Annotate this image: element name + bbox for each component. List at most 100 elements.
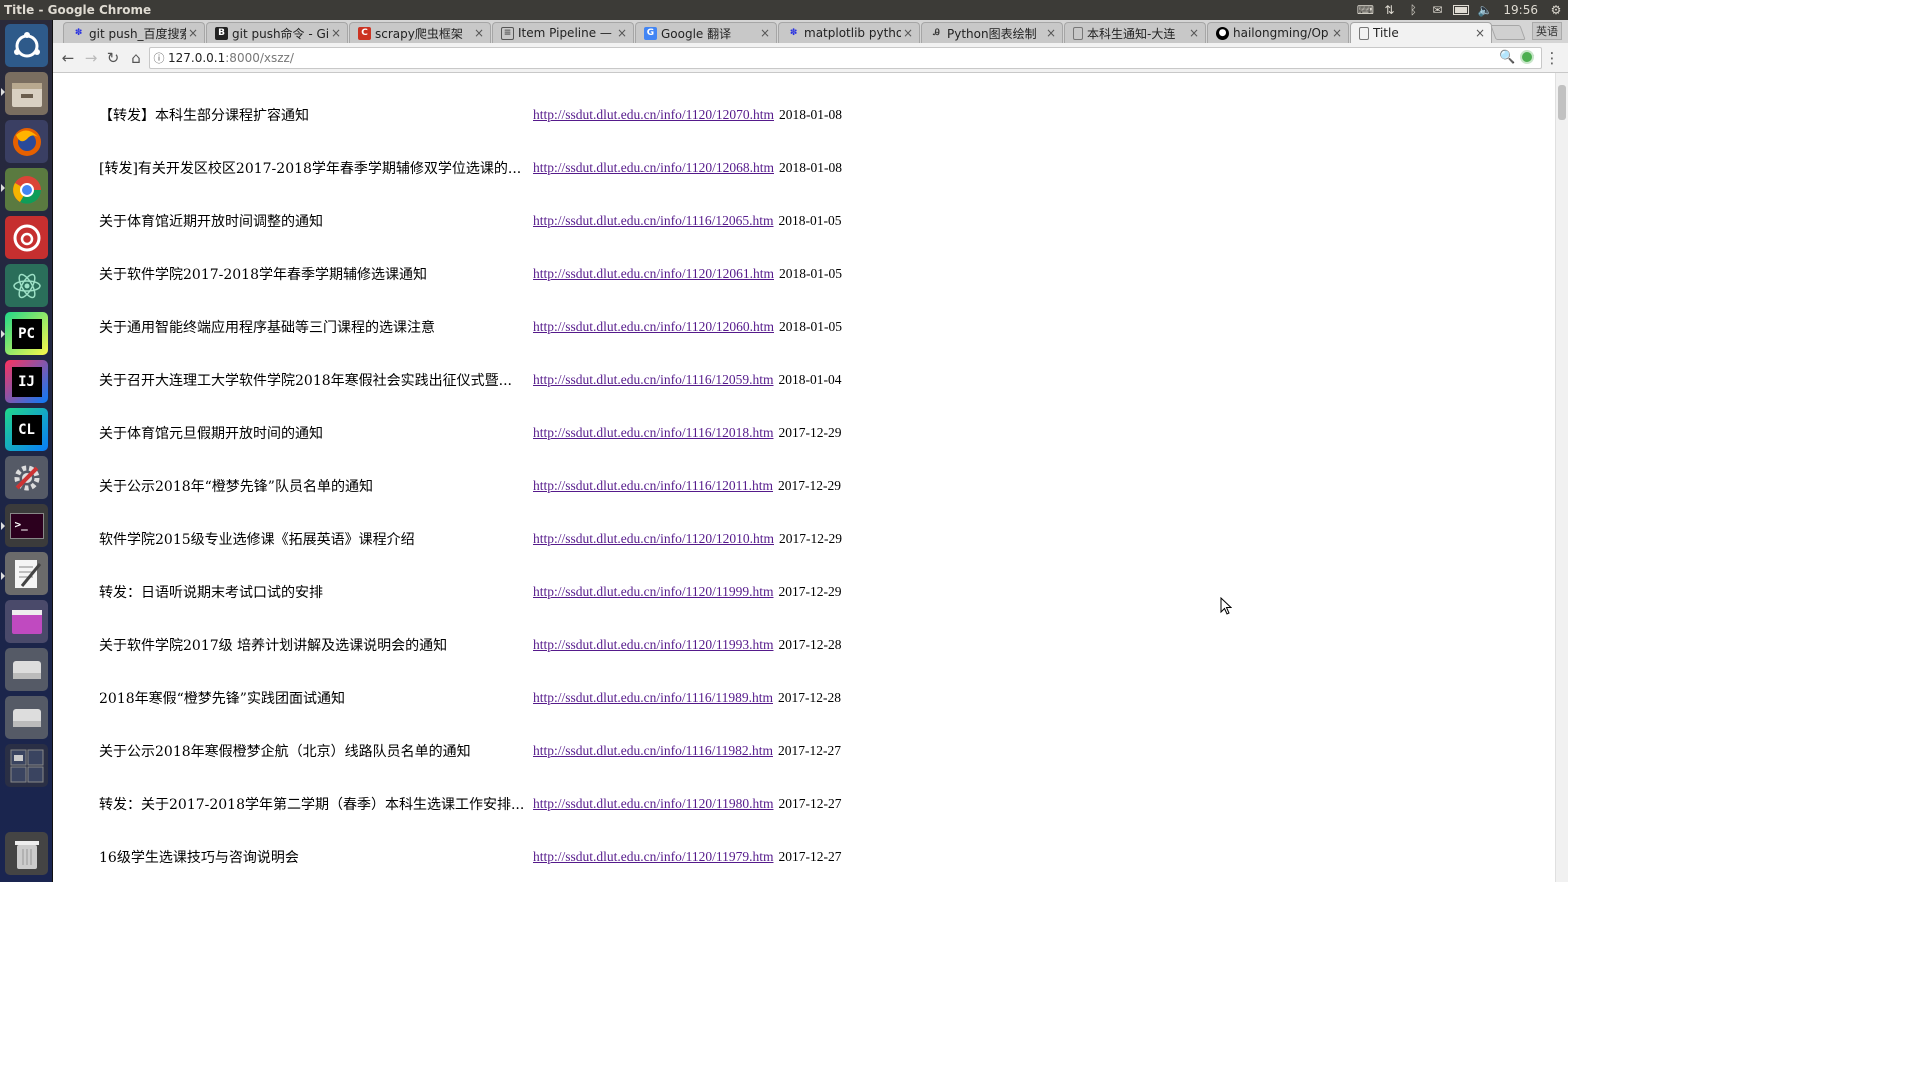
tab-github[interactable]: ● hailongming/Op × [1207, 22, 1349, 43]
tab-title-active[interactable]: Title × [1350, 22, 1492, 43]
text-editor-icon[interactable] [5, 552, 48, 595]
gimp-icon[interactable] [5, 600, 48, 643]
notice-link[interactable]: http://ssdut.dlut.edu.cn/info/1116/12018… [533, 425, 774, 441]
address-bar[interactable]: ⓘ 127.0.0.1:8000/xszz/ 🔍 ☆ [149, 47, 1542, 69]
notice-link[interactable]: http://ssdut.dlut.edu.cn/info/1120/12070… [533, 107, 774, 123]
intellij-icon[interactable]: IJ [5, 360, 48, 403]
terminal-icon[interactable]: >_ [5, 504, 48, 547]
notice-link[interactable]: http://ssdut.dlut.edu.cn/info/1120/11979… [533, 849, 774, 865]
close-icon[interactable]: × [615, 26, 629, 40]
keyboard-icon[interactable]: ⌨ [1357, 3, 1374, 17]
notice-title: 关于体育馆近期开放时间调整的通知 [99, 214, 323, 230]
menu-kebab-icon[interactable]: ⋮ [1543, 49, 1561, 67]
list-item: 关于软件学院2017级 培养计划讲解及选课说明会的通知 http://ssdut… [99, 635, 842, 655]
notice-link[interactable]: http://ssdut.dlut.edu.cn/info/1120/12010… [533, 531, 774, 547]
close-icon[interactable]: × [901, 26, 915, 40]
tab-git-push-command[interactable]: B git push命令 - Git × [206, 22, 348, 43]
tab-scrapy[interactable]: C scrapy爬虫框架 × [349, 22, 491, 43]
notice-link[interactable]: http://ssdut.dlut.edu.cn/info/1120/11993… [533, 637, 774, 653]
csdn-icon: C [358, 26, 371, 40]
clion-icon[interactable]: CL [5, 408, 48, 451]
notice-link[interactable]: http://ssdut.dlut.edu.cn/info/1116/12059… [533, 372, 774, 388]
notice-date: 2017-12-29 [778, 584, 842, 599]
language-button[interactable]: 英语 [1532, 22, 1562, 40]
list-item: 关于公示2018年“橙梦先锋”队员名单的通知 http://ssdut.dlut… [99, 476, 841, 496]
bluetooth-icon[interactable]: ᛒ [1405, 3, 1421, 17]
close-icon[interactable]: × [329, 26, 343, 40]
chrome-icon[interactable] [5, 168, 48, 211]
notice-date: 2017-12-27 [778, 743, 841, 758]
tab-undergrad-notice[interactable]: 本科生通知-大连 × [1064, 22, 1206, 43]
zoom-icon[interactable]: 🔍 [1499, 50, 1515, 65]
trash-icon[interactable] [5, 832, 48, 875]
workspace-switcher-icon[interactable] [5, 744, 48, 787]
notice-link[interactable]: http://ssdut.dlut.edu.cn/info/1120/12061… [533, 266, 774, 282]
close-icon[interactable]: × [1187, 26, 1201, 40]
notice-title: 16级学生选课技巧与咨询说明会 [99, 850, 299, 866]
notice-link[interactable]: http://ssdut.dlut.edu.cn/info/1116/11982… [533, 743, 773, 759]
firefox-icon[interactable] [5, 120, 48, 163]
tab-strip: ✽ git push_百度搜索 × B git push命令 - Git × C… [53, 20, 1568, 43]
back-arrow-icon[interactable]: ← [59, 49, 77, 67]
notice-date: 2018-01-05 [778, 213, 842, 228]
disk-2-icon[interactable] [5, 696, 48, 739]
close-icon[interactable]: × [1044, 26, 1058, 40]
list-item: 关于通用智能终端应用程序基础等三门课程的选课注意 http://ssdut.dl… [99, 317, 842, 337]
reload-icon[interactable]: ↻ [104, 49, 122, 67]
notice-link[interactable]: http://ssdut.dlut.edu.cn/info/1120/12068… [533, 160, 774, 176]
disk-1-icon[interactable] [5, 648, 48, 691]
volume-icon[interactable]: 🔈 [1477, 3, 1493, 17]
list-item: 16级学生选课技巧与咨询说明会 http://ssdut.dlut.edu.cn… [99, 847, 842, 867]
notice-date: 2018-01-05 [779, 266, 842, 281]
notice-link[interactable]: http://ssdut.dlut.edu.cn/info/1120/11999… [533, 584, 774, 600]
list-item: 2018年寒假“橙梦先锋”实践团面试通知 http://ssdut.dlut.e… [99, 688, 841, 708]
translate-icon: G [644, 26, 657, 40]
notice-link[interactable]: http://ssdut.dlut.edu.cn/info/1116/12065… [533, 213, 774, 229]
scrollbar-thumb[interactable] [1558, 85, 1566, 120]
new-tab-button[interactable] [1490, 25, 1526, 40]
ubuntu-dash-icon[interactable] [5, 24, 48, 67]
close-icon[interactable]: × [1473, 26, 1487, 40]
home-icon[interactable]: ⌂ [127, 49, 145, 67]
notice-date: 2017-12-28 [778, 690, 841, 705]
notice-link[interactable]: http://ssdut.dlut.edu.cn/info/1120/12060… [533, 319, 774, 335]
mail-icon[interactable]: ✉ [1429, 3, 1445, 17]
close-icon[interactable]: × [472, 26, 486, 40]
system-settings-icon[interactable] [5, 456, 48, 499]
close-icon[interactable]: × [758, 26, 772, 40]
url-host: 127.0.0.1 [168, 51, 226, 65]
system-top-bar: Title - Google Chrome ⌨ ⇅ ᛒ ✉ 🔈 19:56 ⚙ [0, 0, 1568, 20]
notice-date: 2017-12-27 [778, 849, 842, 864]
battery-icon[interactable] [1453, 3, 1470, 17]
files-icon[interactable] [5, 72, 48, 115]
clock[interactable]: 19:56 [1503, 3, 1538, 17]
atom-icon[interactable] [5, 264, 48, 307]
pycharm-icon[interactable]: PC [5, 312, 48, 355]
bootstrap-icon: B [215, 26, 228, 40]
netease-music-icon[interactable] [5, 216, 48, 259]
close-icon[interactable]: × [186, 26, 200, 40]
vertical-scrollbar[interactable] [1555, 73, 1568, 882]
notice-link[interactable]: http://ssdut.dlut.edu.cn/info/1120/11980… [533, 796, 774, 812]
tab-item-pipeline[interactable]: ≡ Item Pipeline — S × [492, 22, 634, 43]
close-icon[interactable]: × [1330, 26, 1344, 40]
tab-google-translate[interactable]: G Google 翻译 × [635, 22, 777, 43]
tab-matplotlib[interactable]: ✽ matplotlib pytho × [778, 22, 920, 43]
settings-gear-icon[interactable]: ⚙ [1548, 3, 1564, 17]
notice-date: 2018-01-08 [779, 107, 842, 122]
github-icon: ● [1216, 26, 1229, 40]
info-icon[interactable]: ⓘ [150, 50, 168, 66]
extension-icon[interactable] [1520, 50, 1534, 64]
system-tray: ⌨ ⇅ ᛒ ✉ 🔈 19:56 ⚙ [1357, 0, 1564, 20]
tab-python-charts[interactable]: Ꭿ Python图表绘制 × [921, 22, 1063, 43]
forward-arrow-icon[interactable]: → [82, 49, 100, 67]
tab-git-push-baidu[interactable]: ✽ git push_百度搜索 × [63, 22, 205, 43]
notice-date: 2018-01-04 [778, 372, 842, 387]
notice-title: 关于软件学院2017级 培养计划讲解及选课说明会的通知 [99, 638, 448, 654]
notice-link[interactable]: http://ssdut.dlut.edu.cn/info/1116/11989… [533, 690, 773, 706]
list-item: 关于体育馆近期开放时间调整的通知 http://ssdut.dlut.edu.c… [99, 211, 842, 231]
page-icon [1073, 26, 1083, 40]
notice-date: 2017-12-29 [779, 531, 842, 546]
network-icon[interactable]: ⇅ [1381, 3, 1397, 17]
notice-link[interactable]: http://ssdut.dlut.edu.cn/info/1116/12011… [533, 478, 773, 494]
